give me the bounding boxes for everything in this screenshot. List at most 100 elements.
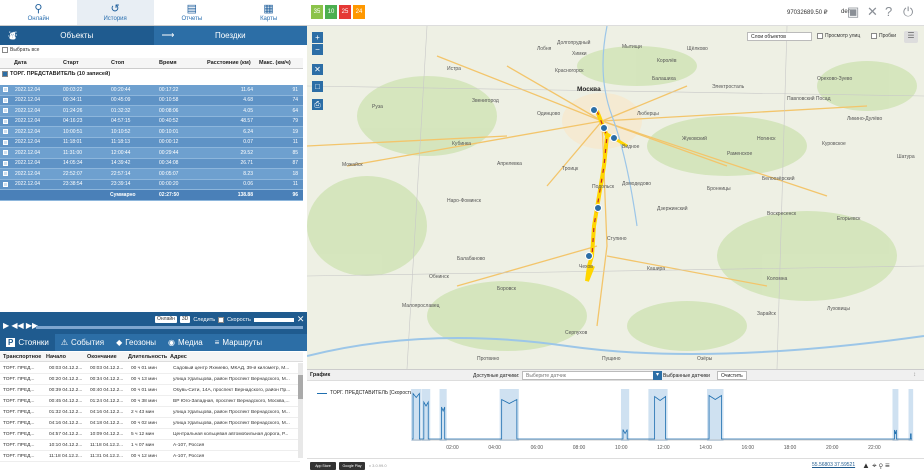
close-icon[interactable]: ✕ — [297, 314, 305, 325]
stop-row[interactable]: ТОРГ. ПРЕД... 00:39 04.12.2... 00:40 04.12… — [0, 385, 300, 396]
trip-row-checkbox[interactable] — [3, 97, 8, 103]
select-all-checkbox[interactable] — [2, 47, 8, 53]
traffic-toggle[interactable]: Пробки — [871, 33, 896, 39]
col-begin[interactable]: Начало — [46, 354, 87, 360]
vehicle-marker[interactable] — [585, 252, 593, 260]
traffic-checkbox[interactable] — [871, 33, 877, 39]
trip-row[interactable]: 2022.12.04 01:24:26 01:32:32 00:08:06 4.05 64 — [0, 106, 303, 117]
stop-row[interactable]: ТОРГ. ПРЕД... 00:45 04.12.2... 01:24 04.12… — [0, 396, 300, 407]
tab-routes[interactable]: ≡ Маршруты — [209, 334, 269, 351]
nav-history[interactable]: ↺ История — [76, 0, 154, 25]
group-row[interactable]: ТОРГ. ПРЕДСТАВИТЕЛЬ (10 записей) — [2, 71, 110, 77]
follow-checkbox[interactable] — [218, 316, 225, 323]
collapse-icon[interactable]: ↕ — [913, 372, 916, 378]
col-date[interactable]: Дата — [0, 60, 60, 66]
gallery-icon[interactable]: ▣ — [847, 5, 859, 19]
trip-row[interactable]: 2022.12.04 00:03:22 00:20:44 00:17:22 11.64 9… — [0, 85, 303, 96]
col-stop[interactable]: Стоп — [108, 60, 156, 66]
col-start[interactable]: Старт — [60, 60, 108, 66]
map-tools-icons[interactable]: ▲ ⌖ ⚲ ≡ — [862, 461, 890, 471]
chevron-down-icon[interactable]: ▾ — [653, 371, 662, 380]
group-checkbox[interactable] — [2, 71, 8, 77]
trip-row[interactable]: 2022.12.04 22:52:07 22:57:14 00:05:07 8.23 18 — [0, 169, 303, 180]
sensor-select[interactable]: Выберите датчик — [522, 371, 657, 380]
vehicle-marker[interactable] — [600, 124, 608, 132]
trip-row[interactable]: 2022.12.04 10:00:51 10:10:52 00:10:01 6.24 19 — [0, 127, 303, 138]
col-end[interactable]: Окончание — [87, 354, 128, 360]
trip-row[interactable]: 2022.12.04 11:31:00 12:00:44 00:29:44 29.52 8… — [0, 148, 303, 159]
tab-trips[interactable]: ⟶ Поездки — [153, 26, 307, 45]
col-time[interactable]: Время — [156, 60, 204, 66]
col-vehicle[interactable]: Транспортное — [0, 354, 46, 360]
nav-reports[interactable]: ▤ Отчеты — [154, 0, 231, 25]
stop-row[interactable]: ТОРГ. ПРЕД... 04:16 04.12.2... 04:18 04.12… — [0, 418, 300, 429]
vehicle-marker[interactable] — [590, 106, 598, 114]
col-distance[interactable]: Расстояние (км) — [204, 60, 256, 66]
3d-button[interactable]: 3D — [179, 316, 191, 323]
google-play-badge[interactable]: Google Play — [339, 462, 365, 470]
polygon-icon[interactable]: □ — [312, 81, 323, 92]
stop-row[interactable]: ТОРГ. ПРЕД... 00:03 04.12.2... 00:03 04.12… — [0, 363, 300, 374]
tools-icon[interactable]: ✕ — [867, 5, 878, 19]
trip-row-checkbox[interactable] — [3, 87, 8, 93]
trip-cell: 11.64 — [240, 86, 253, 93]
account-balance[interactable]: 97032689.50 ₽ — [787, 9, 828, 16]
stop-row[interactable]: ТОРГ. ПРЕД... 10:10 04.12.2... 11:18 04.12… — [0, 440, 300, 451]
trip-row[interactable]: 2022.12.04 00:34:11 00:45:09 00:10:58 4.68 74 — [0, 95, 303, 106]
trip-row-checkbox[interactable] — [3, 139, 8, 145]
help-icon[interactable]: ? — [885, 5, 892, 19]
trip-row[interactable]: 2022.12.04 14:05:34 14:39:42 00:34:08 26.71 8… — [0, 158, 303, 169]
nav-maps[interactable]: ▦ Карты — [230, 0, 307, 25]
trip-row-checkbox[interactable] — [3, 108, 8, 114]
status-badge-stopped[interactable]: 25 — [339, 5, 351, 19]
status-badge-moving[interactable]: 10 — [325, 5, 337, 19]
nav-online[interactable]: ⚲ Онлайн — [0, 0, 77, 25]
print-icon[interactable]: ⎙ — [312, 99, 323, 110]
trip-row-checkbox[interactable] — [3, 171, 8, 177]
clear-button[interactable]: Очистить — [717, 371, 747, 380]
trip-row-checkbox[interactable] — [3, 181, 8, 187]
trip-cell: 18 — [292, 170, 298, 177]
tab-events[interactable]: ⚠ События — [55, 334, 110, 351]
street-view-checkbox[interactable] — [817, 33, 823, 39]
stops-scrollbar[interactable] — [298, 363, 303, 458]
tab-geozones[interactable]: ◆ Геозоны — [110, 334, 162, 351]
timeline-slider[interactable] — [36, 326, 303, 329]
object-layers-select[interactable]: Слои объектов — [747, 32, 812, 41]
trip-row[interactable]: 2022.12.04 11:18:01 11:18:13 00:00:12 0.07 11 — [0, 137, 303, 148]
select-all[interactable]: Выбрать все — [2, 47, 39, 53]
stop-row[interactable]: ТОРГ. ПРЕД... 04:57 04.12.2... 10:09 04.12… — [0, 429, 300, 440]
col-duration[interactable]: Длительность — [128, 354, 170, 360]
zoom-out-button[interactable]: − — [312, 44, 323, 55]
play-icon[interactable]: ▶ ◀◀ ▶▶ — [3, 321, 38, 330]
tab-media[interactable]: ◉ Медиа — [162, 334, 209, 351]
stop-row[interactable]: ТОРГ. ПРЕД... 11:18 04.12.2... 11:31 04.12… — [0, 451, 300, 462]
col-max-speed[interactable]: Макс. (км/ч) — [256, 60, 301, 66]
logout-icon[interactable]: ⏻ — [903, 5, 913, 19]
stop-row[interactable]: ТОРГ. ПРЕД... 00:20 04.12.2... 00:34 04.12… — [0, 374, 300, 385]
map-layers-icon[interactable]: ☰ — [904, 31, 918, 43]
measure-icon[interactable]: ✕ — [312, 64, 323, 75]
trip-row-checkbox[interactable] — [3, 160, 8, 166]
vehicle-marker[interactable] — [594, 204, 602, 212]
selected-sensors-label[interactable]: Выбранные датчики — [663, 373, 710, 379]
status-badge-total[interactable]: 35 — [311, 5, 323, 19]
map-view[interactable]: Москва Химки Мытищи Балашиха Электросталь Оди… — [307, 26, 924, 369]
speed-graph[interactable]: ТОРГ. ПРЕДСТАВИТЕЛЬ [Скорость] 02:00 04:0… — [307, 381, 924, 458]
trip-row-checkbox[interactable] — [3, 129, 8, 135]
trip-row-checkbox[interactable] — [3, 118, 8, 124]
online-button[interactable]: Онлайн — [155, 316, 177, 323]
street-view-toggle[interactable]: Просмотр улиц — [817, 33, 860, 39]
col-address[interactable]: Адрес — [170, 354, 295, 360]
trip-row-checkbox[interactable] — [3, 150, 8, 156]
trip-row[interactable]: 2022.12.04 23:38:54 23:39:14 00:00:20 0.06 11 — [0, 179, 303, 190]
speed-slider[interactable] — [253, 317, 294, 322]
status-badge-offline[interactable]: 24 — [353, 5, 365, 19]
zoom-in-button[interactable]: + — [312, 32, 323, 43]
app-store-badge[interactable]: App Store — [310, 462, 336, 470]
vehicle-marker[interactable] — [610, 134, 618, 142]
tab-objects[interactable]: ⛇ Объекты — [0, 26, 154, 45]
stop-row[interactable]: ТОРГ. ПРЕД... 01:32 04.12.2... 04:16 04.12… — [0, 407, 300, 418]
tab-stops[interactable]: P Стоянки — [0, 334, 55, 351]
trip-row[interactable]: 2022.12.04 04:16:23 04:57:15 00:40:52 48.57 7… — [0, 116, 303, 127]
